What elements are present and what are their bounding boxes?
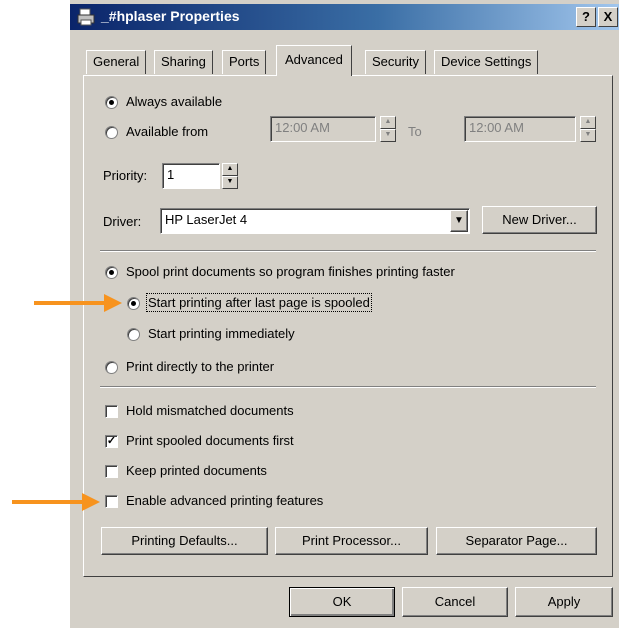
tab-general[interactable]: General (86, 50, 147, 74)
print-directly-radio[interactable] (105, 361, 118, 374)
available-from-radio[interactable] (105, 126, 118, 139)
tab-advanced[interactable]: Advanced (276, 45, 352, 76)
tab-device-settings[interactable]: Device Settings (434, 50, 539, 74)
ok-button[interactable]: OK (289, 587, 395, 617)
title-bar[interactable]: _#hplaser Properties ? X (70, 4, 619, 30)
driver-dropdown-button[interactable]: ▼ (450, 210, 468, 232)
printer-icon (76, 7, 96, 27)
always-available-label[interactable]: Always available (126, 94, 222, 109)
tab-sharing[interactable]: Sharing (154, 50, 213, 74)
apply-button[interactable]: Apply (515, 587, 613, 617)
spool-label[interactable]: Spool print documents so program finishe… (126, 264, 455, 279)
arrow-icon (12, 493, 100, 511)
priority-label: Priority: (103, 168, 148, 183)
print-directly-label[interactable]: Print directly to the printer (126, 359, 274, 374)
spool-radio[interactable] (105, 266, 118, 279)
tab-ports[interactable]: Ports (222, 50, 267, 74)
always-available-radio[interactable] (105, 96, 118, 109)
priority-spinner[interactable]: ▲ ▼ (222, 163, 238, 189)
separator (100, 250, 596, 252)
cancel-button[interactable]: Cancel (402, 587, 508, 617)
available-from-label[interactable]: Available from (126, 124, 208, 139)
tab-security[interactable]: Security (365, 50, 426, 74)
print-spooled-first-checkbox[interactable]: ✓ (105, 435, 118, 448)
driver-label: Driver: (103, 214, 142, 229)
separator-page-button[interactable]: Separator Page... (436, 527, 597, 555)
start-after-last-page-radio[interactable] (127, 297, 140, 310)
priority-input[interactable]: 1 (162, 163, 220, 189)
keep-printed-label[interactable]: Keep printed documents (126, 463, 267, 478)
new-driver-button[interactable]: New Driver... (482, 206, 597, 234)
arrow-icon (34, 294, 122, 312)
start-immediately-radio[interactable] (127, 328, 140, 341)
start-after-last-page-label[interactable]: Start printing after last page is spoole… (146, 293, 372, 312)
from-time-spinner[interactable]: ▲ ▼ (380, 116, 396, 142)
driver-select[interactable]: HP LaserJet 4 (160, 208, 470, 234)
to-time-input[interactable]: 12:00 AM (464, 116, 576, 142)
from-time-input[interactable]: 12:00 AM (270, 116, 376, 142)
to-label: To (408, 124, 422, 139)
keep-printed-checkbox[interactable] (105, 465, 118, 478)
start-immediately-label[interactable]: Start printing immediately (148, 326, 295, 341)
enable-advanced-label[interactable]: Enable advanced printing features (126, 493, 323, 508)
window-title: _#hplaser Properties (101, 8, 240, 24)
separator (100, 386, 596, 388)
help-button[interactable]: ? (576, 7, 596, 27)
to-time-spinner[interactable]: ▲ ▼ (580, 116, 596, 142)
printing-defaults-button[interactable]: Printing Defaults... (101, 527, 268, 555)
hold-mismatched-checkbox[interactable] (105, 405, 118, 418)
print-processor-button[interactable]: Print Processor... (275, 527, 428, 555)
close-button[interactable]: X (598, 7, 618, 27)
hold-mismatched-label[interactable]: Hold mismatched documents (126, 403, 294, 418)
print-spooled-first-label[interactable]: Print spooled documents first (126, 433, 294, 448)
enable-advanced-checkbox[interactable] (105, 495, 118, 508)
